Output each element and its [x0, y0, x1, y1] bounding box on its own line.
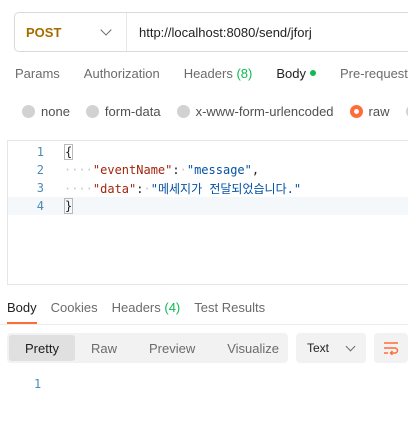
response-tabs: Body Cookies Headers (4) Test Results — [7, 300, 279, 324]
editor-line: 1 { — [8, 143, 408, 161]
close-brace: } — [64, 198, 74, 214]
radio-label: x-www-form-urlencoded — [195, 104, 334, 119]
code-text: { — [64, 144, 74, 160]
radio-form-data[interactable]: form-data — [85, 104, 161, 119]
tab-label: Pre-request — [339, 66, 408, 81]
radio-circle-icon — [176, 105, 190, 118]
format-select[interactable]: Text — [296, 333, 366, 363]
editor-line: 3 ····"data":·"메세지가 전달되었습니다." — [8, 179, 408, 197]
tab-body[interactable]: Body — [276, 66, 316, 88]
json-value: "메세지가 전달되었습니다." — [150, 181, 302, 196]
editor-line-active: 4 } — [8, 197, 408, 215]
tab-authorization[interactable]: Authorization — [84, 66, 160, 88]
line-number: 2 — [36, 163, 44, 177]
line-number: 4 — [36, 199, 44, 213]
divider — [0, 324, 408, 325]
tab-label: Headers — [183, 66, 233, 81]
body-active-dot — [309, 70, 316, 76]
line-number: 3 — [36, 181, 44, 195]
chevron-down-icon — [345, 341, 356, 351]
radio-selected-icon — [349, 105, 363, 118]
editor-line: 2 ····"eventName":·"message", — [8, 161, 408, 179]
view-visualize[interactable]: Visualize — [211, 335, 295, 361]
tab-response-headers[interactable]: Headers (4) — [112, 300, 181, 324]
tab-params[interactable]: Params — [15, 66, 60, 88]
radio-raw[interactable]: raw — [349, 104, 390, 119]
body-type-radios: none form-data x-www-form-urlencoded raw — [22, 104, 408, 119]
radio-label: none — [41, 104, 70, 119]
headers-count: (8) — [236, 66, 253, 81]
method-select[interactable]: POST — [15, 13, 127, 51]
tab-label: Body — [276, 66, 306, 81]
wrap-lines-button[interactable] — [374, 333, 408, 363]
view-pretty[interactable]: Pretty — [9, 335, 75, 361]
line-number: 1 — [36, 145, 44, 159]
format-label: Text — [307, 341, 330, 355]
request-tabs: Params Authorization Headers (8) Body Pr… — [15, 66, 408, 88]
radio-label: raw — [368, 104, 390, 119]
request-url-bar: POST http://localhost:8080/send/jforj — [14, 12, 408, 52]
tab-response-body[interactable]: Body — [7, 300, 37, 324]
radio-label: form-data — [104, 104, 161, 119]
tab-test-results[interactable]: Test Results — [194, 300, 265, 324]
view-mode-segmented: Pretty Raw Preview Visualize — [7, 333, 288, 363]
json-key: "data" — [92, 181, 137, 196]
tab-label: Cookies — [50, 300, 98, 315]
radio-circle-icon — [22, 105, 35, 118]
headers-count: (4) — [164, 300, 181, 315]
tab-headers[interactable]: Headers (8) — [184, 66, 253, 88]
view-raw[interactable]: Raw — [75, 335, 133, 361]
tab-pre-request[interactable]: Pre-request — [340, 66, 408, 88]
json-value: "message" — [186, 163, 252, 177]
code-text: } — [64, 198, 74, 214]
url-input[interactable]: http://localhost:8080/send/jforj — [127, 25, 312, 40]
tab-cookies[interactable]: Cookies — [51, 300, 98, 324]
radio-x-www-form-urlencoded[interactable]: x-www-form-urlencoded — [176, 104, 334, 119]
chevron-down-icon — [100, 24, 112, 36]
method-label: POST — [26, 24, 62, 40]
json-key: "eventName" — [92, 163, 173, 177]
response-line-number: 1 — [34, 377, 42, 391]
code-text: ····"data":·"메세지가 전달되었습니다." — [64, 181, 302, 196]
tab-label: Params — [15, 66, 60, 81]
tab-label: Test Results — [194, 300, 266, 315]
tab-label: Authorization — [83, 66, 160, 81]
wrap-lines-icon — [384, 342, 399, 355]
view-preview[interactable]: Preview — [133, 335, 211, 361]
tab-label: Body — [7, 300, 37, 315]
code-text: ····"eventName":·"message", — [64, 163, 260, 177]
body-editor[interactable]: 1 { 2 ····"eventName":·"message", 3 ····… — [7, 140, 408, 285]
radio-none[interactable]: none — [22, 104, 70, 119]
tab-label: Headers — [111, 300, 161, 315]
radio-circle-icon — [85, 105, 99, 118]
open-brace: { — [64, 144, 74, 160]
